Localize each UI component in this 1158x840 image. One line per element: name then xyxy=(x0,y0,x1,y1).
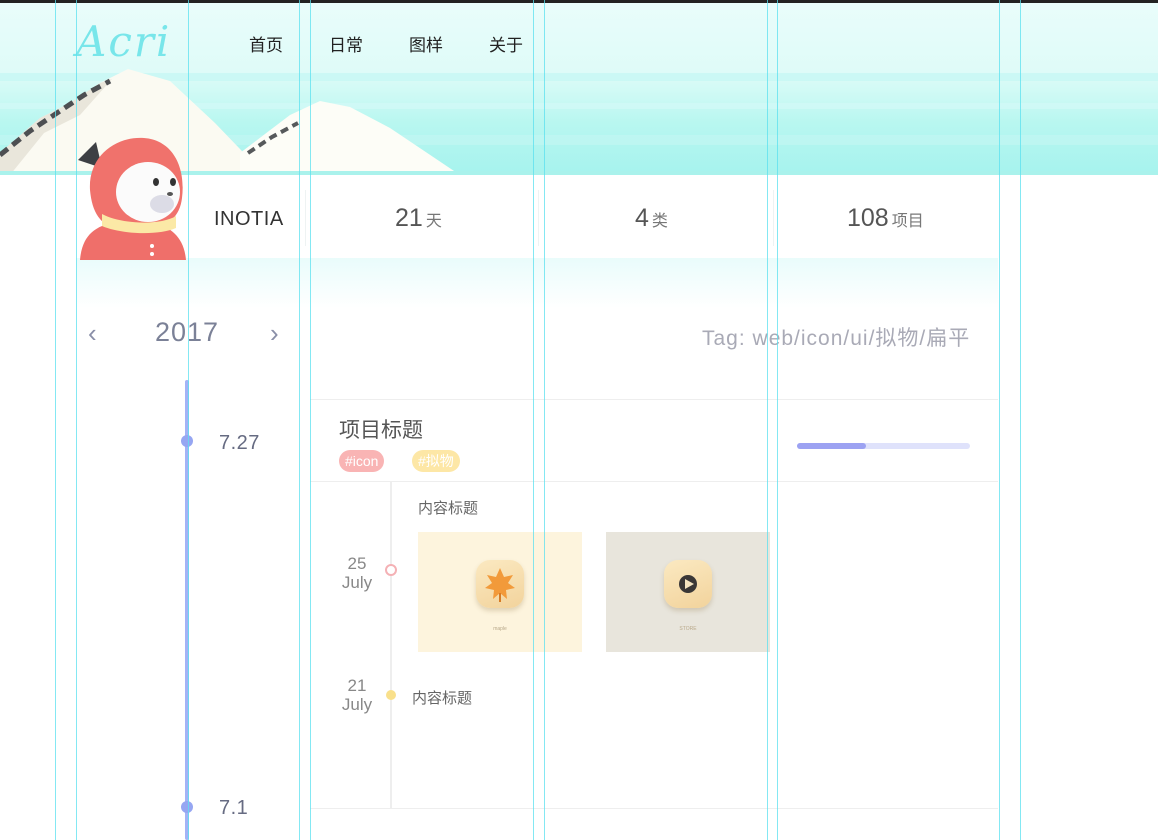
tag-icon[interactable]: #icon xyxy=(339,450,385,472)
timeline-date: 7.27 xyxy=(219,432,260,454)
entry-title[interactable]: 内容标题 xyxy=(418,497,478,518)
profile-username: INOTIA xyxy=(214,208,284,230)
entry-timeline-line xyxy=(390,481,392,808)
timeline-dot[interactable] xyxy=(181,801,193,813)
main-nav: 首页 日常 图样 关于 xyxy=(249,31,523,56)
timeline-dot[interactable] xyxy=(181,435,193,447)
timeline-date: 7.1 xyxy=(219,797,249,819)
nav-patterns[interactable]: 图样 xyxy=(409,31,443,56)
entry-day: 21 xyxy=(347,676,367,695)
next-year-button[interactable]: › xyxy=(270,318,279,349)
nav-daily[interactable]: 日常 xyxy=(329,31,363,56)
maple-app-icon xyxy=(476,560,524,608)
entry-month: July xyxy=(341,573,373,592)
stat-days: 21 天 xyxy=(395,204,442,233)
project-progress xyxy=(797,443,970,449)
thumbnail-store[interactable]: STORE xyxy=(606,532,770,652)
nav-home[interactable]: 首页 xyxy=(249,31,283,56)
logo[interactable]: Acri xyxy=(76,17,171,66)
thumbnail-caption: STORE xyxy=(679,626,697,632)
header-fade xyxy=(76,258,998,308)
entry-marker xyxy=(385,564,397,576)
stat-projects-value: 108 xyxy=(847,204,889,232)
thumbnail-caption: maple xyxy=(493,626,507,632)
project-card-header: 项目标题 #icon #拟物 xyxy=(310,400,998,482)
entry-day: 25 xyxy=(347,554,367,573)
entry-title[interactable]: 内容标题 xyxy=(412,687,472,708)
prev-year-button[interactable]: ‹ xyxy=(88,318,97,349)
stat-categories: 4类 xyxy=(635,204,668,233)
project-title[interactable]: 项目标题 xyxy=(339,414,423,444)
entry-check-icon xyxy=(386,690,396,700)
store-app-icon xyxy=(664,560,712,608)
timeline-bar xyxy=(185,380,189,840)
stat-categories-value: 4 xyxy=(635,204,649,232)
stat-days-value: 21 xyxy=(395,204,423,232)
entry-month: July xyxy=(341,695,373,714)
project-progress-fill xyxy=(797,443,867,449)
thumbnail-maple[interactable]: maple xyxy=(418,532,582,652)
entry-date: 25 July xyxy=(327,554,387,592)
stat-categories-unit: 类 xyxy=(651,213,668,230)
stat-projects: 108 项目 xyxy=(847,204,924,233)
stat-projects-unit: 项目 xyxy=(891,213,924,230)
project-card: 项目标题 #icon #拟物 25 July 内容标题 maple STORE xyxy=(310,399,998,809)
year-label: 2017 xyxy=(155,317,220,347)
stat-divider xyxy=(538,190,539,246)
tag-filter-line[interactable]: Tag: web/icon/ui/拟物/扁平 xyxy=(702,322,970,352)
stat-divider xyxy=(773,190,774,246)
avatar[interactable] xyxy=(76,130,188,260)
entry-date: 21 July xyxy=(327,676,387,714)
nav-about[interactable]: 关于 xyxy=(489,31,523,56)
stat-days-unit: 天 xyxy=(425,213,442,230)
tag-skeuomorphic[interactable]: #拟物 xyxy=(412,450,460,472)
stat-divider xyxy=(305,190,306,246)
